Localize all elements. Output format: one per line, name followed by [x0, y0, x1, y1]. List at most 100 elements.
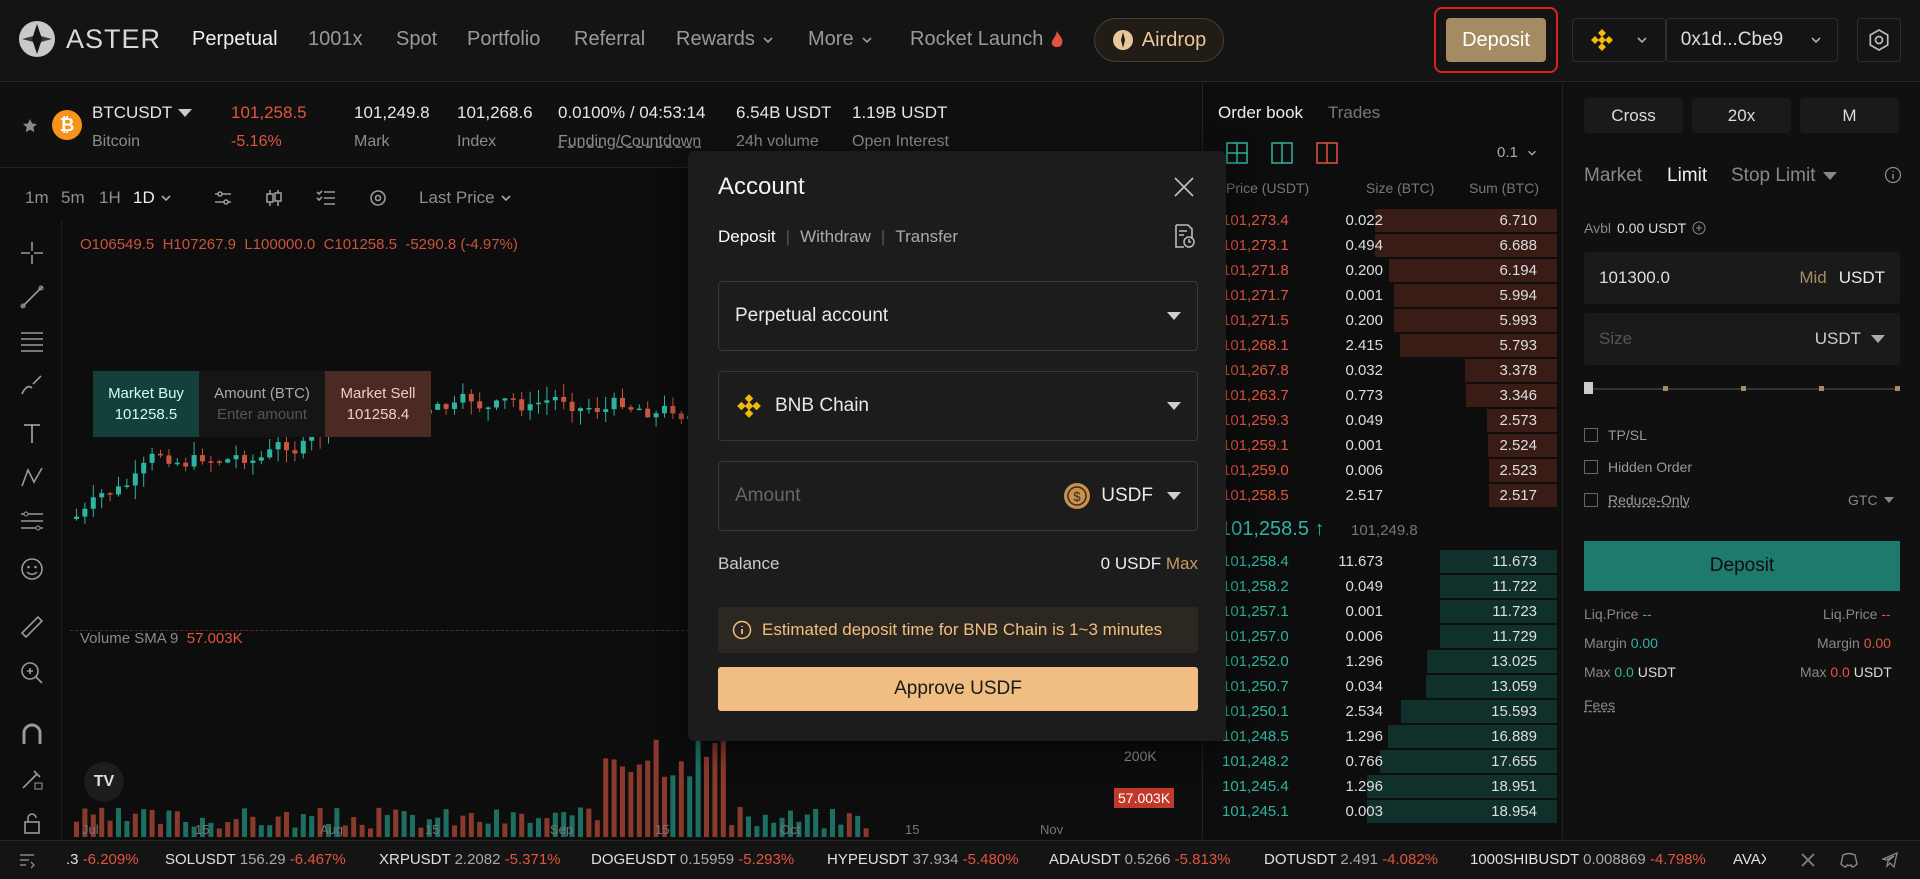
- ticker-item[interactable]: SOLUSDT 156.29 -6.467%: [165, 851, 346, 868]
- ask-row[interactable]: 101,263.7 0.773 3.346: [1222, 383, 1557, 408]
- tab-withdraw[interactable]: Withdraw: [800, 227, 871, 247]
- ask-row[interactable]: 101,267.8 0.032 3.378: [1222, 358, 1557, 383]
- deposit-button[interactable]: Deposit: [1446, 18, 1546, 62]
- pattern-icon[interactable]: [19, 464, 45, 490]
- ask-row[interactable]: 101,259.3 0.049 2.573: [1222, 408, 1557, 433]
- bid-row[interactable]: 101,248.2 0.766 17.655: [1222, 749, 1557, 774]
- token-label[interactable]: USDF: [1101, 485, 1153, 507]
- order-type-limit[interactable]: Limit: [1667, 165, 1707, 187]
- bid-row[interactable]: 101,250.1 2.534 15.593: [1222, 699, 1557, 724]
- ask-row[interactable]: 101,259.1 0.001 2.524: [1222, 433, 1557, 458]
- nav-portfolio[interactable]: Portfolio: [467, 28, 540, 51]
- margin-mode-button[interactable]: Cross: [1584, 98, 1683, 133]
- size-input[interactable]: Size USDT: [1584, 313, 1900, 365]
- lock-drawing-icon[interactable]: [19, 766, 45, 792]
- ask-row[interactable]: 101,258.5 2.517 2.517: [1222, 483, 1557, 508]
- wallet-address-button[interactable]: 0x1d...Cbe9: [1666, 18, 1838, 62]
- chart-settings-icon[interactable]: [367, 187, 389, 209]
- lock-icon[interactable]: [19, 810, 45, 836]
- airdrop-button[interactable]: Airdrop: [1094, 18, 1224, 62]
- interval-5m[interactable]: 5m: [61, 188, 85, 208]
- bid-row[interactable]: 101,258.2 0.049 11.722: [1222, 574, 1557, 599]
- tab-order-book[interactable]: Order book: [1218, 103, 1303, 123]
- order-type-market[interactable]: Market: [1584, 165, 1642, 187]
- chain-selector[interactable]: BNB Chain: [718, 371, 1198, 441]
- trend-line-icon[interactable]: [19, 284, 45, 310]
- crosshair-icon[interactable]: [19, 240, 45, 266]
- nav-1001x[interactable]: 1001x: [308, 28, 363, 51]
- book-bids-icon[interactable]: [1271, 142, 1293, 164]
- price-type-selector[interactable]: Last Price: [419, 188, 513, 208]
- leverage-button[interactable]: 20x: [1692, 98, 1791, 133]
- tab-trades[interactable]: Trades: [1328, 103, 1380, 123]
- ticker-item[interactable]: HYPEUSDT 37.934 -5.480%: [827, 851, 1019, 868]
- tick-size-selector[interactable]: 0.1: [1497, 144, 1538, 161]
- candle-type-icon[interactable]: [263, 187, 285, 209]
- book-asks-icon[interactable]: [1316, 142, 1338, 164]
- aster-logo[interactable]: ASTER: [18, 20, 161, 58]
- list-check-icon[interactable]: [315, 187, 337, 209]
- time-in-force-selector[interactable]: GTC: [1848, 492, 1894, 508]
- ticker-item[interactable]: DOGEUSDT 0.15959 -5.293%: [591, 851, 794, 868]
- brush-icon[interactable]: [19, 372, 45, 398]
- account-selector[interactable]: Perpetual account: [718, 281, 1198, 351]
- nav-more[interactable]: More: [808, 28, 874, 51]
- fees-link[interactable]: Fees: [1584, 697, 1615, 713]
- tab-deposit[interactable]: Deposit: [718, 227, 776, 247]
- caret-down-icon[interactable]: [1167, 492, 1181, 500]
- bid-row[interactable]: 101,250.7 0.034 13.059: [1222, 674, 1557, 699]
- ticker-item[interactable]: .3 -6.209%: [66, 851, 139, 868]
- tradingview-logo-icon[interactable]: TV: [84, 762, 124, 802]
- text-tool-icon[interactable]: [19, 420, 45, 446]
- nav-spot[interactable]: Spot: [396, 28, 437, 51]
- network-selector[interactable]: [1572, 18, 1666, 62]
- ask-row[interactable]: 101,273.1 0.494 6.688: [1222, 233, 1557, 258]
- interval-1d[interactable]: 1D: [133, 188, 173, 208]
- ask-row[interactable]: 101,271.8 0.200 6.194: [1222, 258, 1557, 283]
- indicators-icon[interactable]: [212, 187, 234, 209]
- ask-row[interactable]: 101,271.7 0.001 5.994: [1222, 283, 1557, 308]
- interval-1m[interactable]: 1m: [25, 188, 49, 208]
- ask-row[interactable]: 101,273.4 0.022 6.710: [1222, 208, 1557, 233]
- nav-referral[interactable]: Referral: [574, 28, 645, 51]
- nav-perpetual[interactable]: Perpetual: [192, 28, 278, 51]
- settings-button[interactable]: [1857, 18, 1901, 62]
- x-twitter-icon[interactable]: [1800, 852, 1816, 868]
- history-icon[interactable]: [1172, 223, 1196, 249]
- order-type-stop-limit[interactable]: Stop Limit: [1731, 165, 1838, 187]
- tpsl-checkbox[interactable]: TP/SL: [1584, 427, 1647, 443]
- ticker-item[interactable]: XRPUSDT 2.2082 -5.371%: [379, 851, 561, 868]
- market-sell-button[interactable]: Market Sell 101258.4: [325, 371, 431, 437]
- ticker-item[interactable]: DOTUSDT 2.491 -4.082%: [1264, 851, 1438, 868]
- prediction-icon[interactable]: [19, 508, 45, 534]
- reduce-only-checkbox[interactable]: Reduce-Only: [1584, 492, 1690, 508]
- fib-retracement-icon[interactable]: [19, 328, 45, 354]
- ask-row[interactable]: 101,268.1 2.415 5.793: [1222, 333, 1557, 358]
- amount-input[interactable]: Amount (BTC) Enter amount: [199, 371, 325, 437]
- discord-icon[interactable]: [1840, 852, 1858, 868]
- emoji-icon[interactable]: [19, 556, 45, 582]
- amount-field[interactable]: Amount $ USDF: [718, 461, 1198, 531]
- position-mode-button[interactable]: M: [1800, 98, 1899, 133]
- slider-handle[interactable]: [1584, 382, 1593, 394]
- favorite-star-icon[interactable]: [22, 118, 38, 134]
- ask-row[interactable]: 101,271.5 0.200 5.993: [1222, 308, 1557, 333]
- hidden-order-checkbox[interactable]: Hidden Order: [1584, 459, 1692, 475]
- ask-row[interactable]: 101,259.0 0.006 2.523: [1222, 458, 1557, 483]
- telegram-icon[interactable]: [1882, 852, 1898, 868]
- approve-usdf-button[interactable]: Approve USDF: [718, 667, 1198, 711]
- order-deposit-button[interactable]: Deposit: [1584, 541, 1900, 591]
- bid-row[interactable]: 101,252.0 1.296 13.025: [1222, 649, 1557, 674]
- bid-row[interactable]: 101,245.4 1.296 18.951: [1222, 774, 1557, 799]
- bid-row[interactable]: 101,245.1 0.003 18.954: [1222, 799, 1557, 824]
- bid-row[interactable]: 101,258.4 11.673 11.673: [1222, 549, 1557, 574]
- bid-row[interactable]: 101,257.1 0.001 11.723: [1222, 599, 1557, 624]
- bid-row[interactable]: 101,257.0 0.006 11.729: [1222, 624, 1557, 649]
- tab-transfer[interactable]: Transfer: [895, 227, 958, 247]
- interval-1h[interactable]: 1H: [99, 188, 121, 208]
- bid-row[interactable]: 101,248.5 1.296 16.889: [1222, 724, 1557, 749]
- price-input[interactable]: 101300.0 Mid USDT: [1584, 252, 1900, 304]
- nav-rocket-launch[interactable]: Rocket Launch: [910, 28, 1065, 51]
- add-funds-icon[interactable]: [1692, 221, 1706, 235]
- ticker-item[interactable]: ADAUSDT 0.5266 -5.813%: [1049, 851, 1231, 868]
